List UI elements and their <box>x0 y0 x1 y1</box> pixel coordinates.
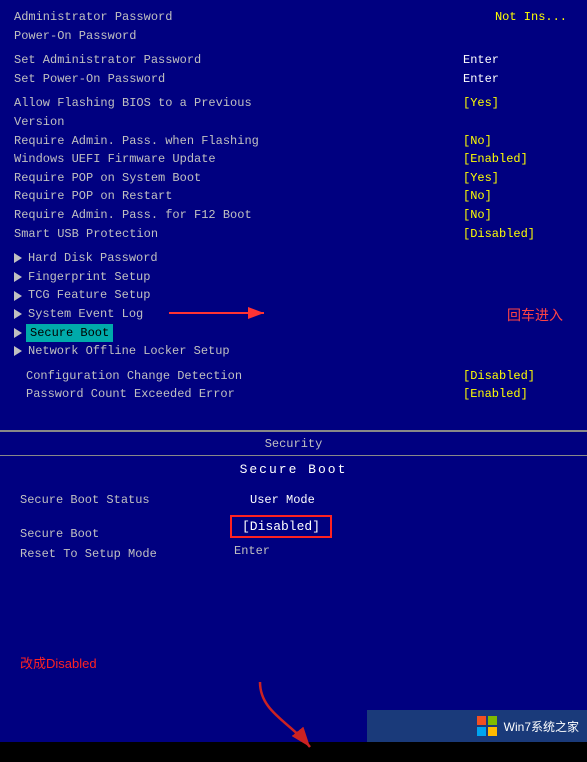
config-change-detection-row[interactable]: Configuration Change Detection [Disabled… <box>14 367 573 386</box>
sb-content: Secure Boot Status Secure Boot Reset To … <box>0 483 587 577</box>
triangle-icon <box>14 272 22 282</box>
tab-security[interactable]: Security <box>245 437 343 451</box>
secure-boot-label: Secure Boot <box>26 324 113 343</box>
hard-disk-password-label: Hard Disk Password <box>26 249 158 268</box>
tab-bar: Security <box>0 432 587 456</box>
require-pop-restart-label: Require POP on Restart <box>14 187 463 206</box>
password-count-exceeded-label: Password Count Exceeded Error <box>14 385 463 404</box>
secure-boot-title: Secure Boot <box>0 456 587 483</box>
not-installed-text: Not Ins... <box>495 8 567 27</box>
admin-password-row: Administrator Password <box>14 8 573 27</box>
smart-usb-label: Smart USB Protection <box>14 225 463 244</box>
sb-left: Secure Boot Status Secure Boot Reset To … <box>20 493 220 567</box>
system-event-log-item[interactable]: System Event Log 回车进入 <box>14 305 573 324</box>
sb-reset-setup-item[interactable]: Reset To Setup Mode <box>20 547 220 561</box>
triangle-icon <box>14 253 22 263</box>
require-admin-pass-f12-value: [No] <box>463 206 573 225</box>
triangle-icon <box>14 291 22 301</box>
tcg-feature-setup-label: TCG Feature Setup <box>26 286 150 305</box>
set-admin-password-row[interactable]: Set Administrator Password Enter <box>14 51 573 70</box>
windows-uefi-value: [Enabled] <box>463 150 573 169</box>
version-row: Version <box>14 113 573 132</box>
windows-logo-icon <box>476 715 498 737</box>
require-admin-pass-flashing-row[interactable]: Require Admin. Pass. when Flashing [No] <box>14 132 573 151</box>
network-offline-locker-label: Network Offline Locker Setup <box>26 342 230 361</box>
require-pop-boot-row[interactable]: Require POP on System Boot [Yes] <box>14 169 573 188</box>
windows-uefi-row[interactable]: Windows UEFI Firmware Update [Enabled] <box>14 150 573 169</box>
require-pop-restart-row[interactable]: Require POP on Restart [No] <box>14 187 573 206</box>
disabled-annotation: 改成Disabled <box>20 653 97 672</box>
arrow-annotation <box>169 301 289 325</box>
allow-flashing-value: [Yes] <box>463 94 573 113</box>
require-admin-pass-flashing-value: [No] <box>463 132 573 151</box>
fingerprint-setup-label: Fingerprint Setup <box>26 268 150 287</box>
version-label: Version <box>14 113 463 132</box>
bios-top-panel: Not Ins... Administrator Password Power-… <box>0 0 587 430</box>
require-admin-pass-f12-row[interactable]: Require Admin. Pass. for F12 Boot [No] <box>14 206 573 225</box>
require-pop-boot-value: [Yes] <box>463 169 573 188</box>
triangle-icon <box>14 346 22 356</box>
require-pop-boot-label: Require POP on System Boot <box>14 169 463 188</box>
admin-password-label: Administrator Password <box>14 8 463 27</box>
require-admin-pass-flashing-label: Require Admin. Pass. when Flashing <box>14 132 463 151</box>
tcg-feature-setup-item[interactable]: TCG Feature Setup <box>14 286 573 305</box>
enter-label: Enter <box>230 544 567 558</box>
triangle-icon <box>14 328 22 338</box>
disabled-value-box[interactable]: [Disabled] <box>230 515 332 538</box>
hard-disk-password-item[interactable]: Hard Disk Password <box>14 249 573 268</box>
smart-usb-row[interactable]: Smart USB Protection [Disabled] <box>14 225 573 244</box>
set-power-on-password-row[interactable]: Set Power-On Password Enter <box>14 70 573 89</box>
sb-secure-boot-item[interactable]: Secure Boot <box>20 527 220 541</box>
secure-boot-item[interactable]: Secure Boot <box>14 324 573 343</box>
set-power-on-password-value: Enter <box>463 70 573 89</box>
user-mode-label: User Mode <box>230 493 567 507</box>
system-event-log-label: System Event Log <box>26 305 143 324</box>
config-change-detection-value: [Disabled] <box>463 367 573 386</box>
windows-uefi-label: Windows UEFI Firmware Update <box>14 150 463 169</box>
allow-flashing-label: Allow Flashing BIOS to a Previous <box>14 94 463 113</box>
set-admin-password-value: Enter <box>463 51 573 70</box>
fingerprint-setup-item[interactable]: Fingerprint Setup <box>14 268 573 287</box>
set-power-on-password-label: Set Power-On Password <box>14 70 463 89</box>
require-admin-pass-f12-label: Require Admin. Pass. for F12 Boot <box>14 206 463 225</box>
set-admin-password-label: Set Administrator Password <box>14 51 463 70</box>
power-on-password-row: Power-On Password <box>14 27 573 46</box>
watermark-text: Win7系统之家 <box>504 718 579 735</box>
password-count-exceeded-value: [Enabled] <box>463 385 573 404</box>
power-on-password-label: Power-On Password <box>14 27 463 46</box>
allow-flashing-row[interactable]: Allow Flashing BIOS to a Previous [Yes] <box>14 94 573 113</box>
password-count-exceeded-row[interactable]: Password Count Exceeded Error [Enabled] <box>14 385 573 404</box>
smart-usb-value: [Disabled] <box>463 225 573 244</box>
config-change-detection-label: Configuration Change Detection <box>14 367 463 386</box>
sb-right: User Mode [Disabled] Enter <box>220 493 567 567</box>
triangle-icon <box>14 309 22 319</box>
down-arrow-annotation <box>230 682 350 762</box>
require-pop-restart-value: [No] <box>463 187 573 206</box>
sb-status-label: Secure Boot Status <box>20 493 220 507</box>
network-offline-locker-item[interactable]: Network Offline Locker Setup <box>14 342 573 361</box>
watermark-bar: Win7系统之家 <box>367 710 587 742</box>
bios-bottom-panel: Security Secure Boot Secure Boot Status … <box>0 430 587 742</box>
